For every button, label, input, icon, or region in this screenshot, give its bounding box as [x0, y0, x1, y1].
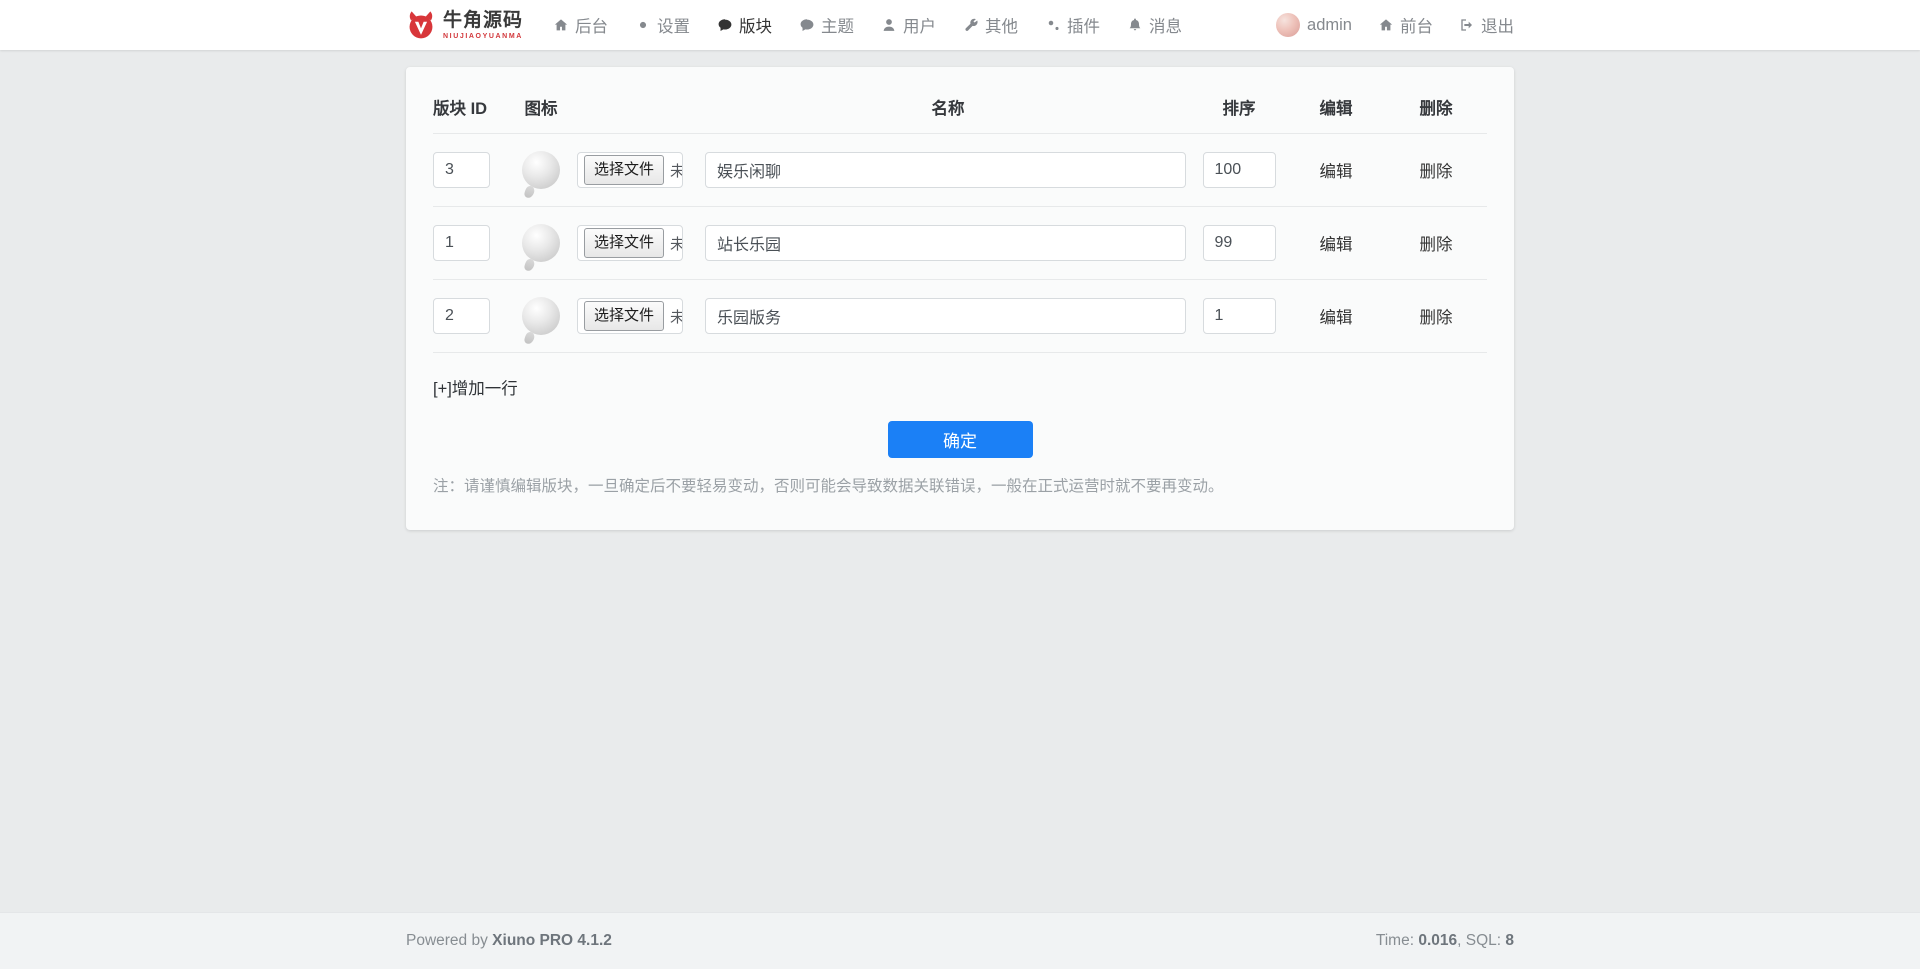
nav-item-label: 插件 [1067, 13, 1100, 37]
caution-note: 注：请谨慎编辑版块，一旦确定后不要轻易变动，否则可能会导致数据关联错误，一般在正… [433, 474, 1487, 496]
table-row: 选择文件 未选择任何文件 编辑 删除 [433, 207, 1487, 280]
delete-link[interactable]: 删除 [1420, 236, 1453, 254]
user-avatar [1276, 13, 1300, 37]
nav-item-label: 用户 [903, 13, 936, 37]
choose-file-button[interactable]: 选择文件 [584, 155, 664, 184]
cogs-icon [1045, 17, 1061, 33]
wrench-icon [963, 17, 979, 33]
sql-value: 8 [1505, 932, 1514, 949]
board-edit-card: 版块 ID 图标 名称 排序 编辑 删除 选择文件 未选择任何文件 [406, 67, 1514, 530]
col-header-sort: 排序 [1191, 83, 1287, 134]
col-header-delete: 删除 [1385, 83, 1487, 134]
board-name-input[interactable] [705, 298, 1186, 334]
board-id-input[interactable] [433, 225, 490, 261]
nav-item-label: 退出 [1481, 13, 1514, 37]
choose-file-button[interactable]: 选择文件 [584, 228, 664, 257]
board-id-input[interactable] [433, 152, 490, 188]
file-status-text: 未选择任何文件 [670, 233, 683, 254]
add-row-link[interactable]: [+]增加一行 [433, 375, 518, 399]
site-logo[interactable]: 牛角源码 NIUJIAOYUANMA [406, 10, 523, 40]
nav-item-label: 其他 [985, 13, 1018, 37]
nav-item-label: 主题 [821, 13, 854, 37]
nav-item-users[interactable]: 用户 [881, 13, 936, 37]
board-table: 版块 ID 图标 名称 排序 编辑 删除 选择文件 未选择任何文件 [433, 83, 1487, 353]
board-sort-input[interactable] [1203, 225, 1276, 261]
nav-item-logout[interactable]: 退出 [1459, 13, 1514, 37]
home-icon [1378, 17, 1394, 33]
speech-bubble-icon [522, 224, 560, 262]
home-icon [553, 17, 569, 33]
edit-link[interactable]: 编辑 [1320, 236, 1353, 254]
table-row: 选择文件 未选择任何文件 编辑 删除 [433, 280, 1487, 353]
page-footer: Powered by Xiuno PRO 4.1.2 Time: 0.016, … [0, 912, 1920, 969]
nav-item-label: 消息 [1149, 13, 1182, 37]
col-header-edit: 编辑 [1287, 83, 1385, 134]
user-icon [881, 17, 897, 33]
table-header-row: 版块 ID 图标 名称 排序 编辑 删除 [433, 83, 1487, 134]
bell-icon [1127, 17, 1143, 33]
gear-icon [635, 17, 651, 33]
file-status-text: 未选择任何文件 [670, 160, 683, 181]
time-value: 0.016 [1418, 932, 1457, 949]
comment-icon [799, 17, 815, 33]
nav-item-messages[interactable]: 消息 [1127, 13, 1182, 37]
icon-file-input[interactable]: 选择文件 未选择任何文件 [577, 298, 683, 334]
nav-item-label: 设置 [657, 13, 690, 37]
board-name-input[interactable] [705, 152, 1186, 188]
confirm-button[interactable]: 确定 [888, 421, 1033, 458]
perf-stats: Time: 0.016, SQL: 8 [1376, 932, 1514, 950]
board-id-input[interactable] [433, 298, 490, 334]
logo-title: 牛角源码 [443, 11, 523, 30]
username: admin [1307, 16, 1352, 35]
board-name-input[interactable] [705, 225, 1186, 261]
nav-item-label: 版块 [739, 13, 772, 37]
edit-link[interactable]: 编辑 [1320, 163, 1353, 181]
speech-bubble-icon [522, 151, 560, 189]
comment-icon [717, 17, 733, 33]
nav-item-label: 前台 [1400, 13, 1433, 37]
delete-link[interactable]: 删除 [1420, 163, 1453, 181]
board-sort-input[interactable] [1203, 152, 1276, 188]
nav-item-admin[interactable]: 后台 [553, 13, 608, 37]
powered-prefix: Powered by [406, 932, 492, 949]
icon-file-input[interactable]: 选择文件 未选择任何文件 [577, 225, 683, 261]
col-header-icon: 图标 [507, 83, 575, 134]
nav-item-settings[interactable]: 设置 [635, 13, 690, 37]
nav-item-frontend[interactable]: 前台 [1378, 13, 1433, 37]
nav-item-other[interactable]: 其他 [963, 13, 1018, 37]
speech-bubble-icon [522, 297, 560, 335]
nav-item-label: 后台 [575, 13, 608, 37]
table-row: 选择文件 未选择任何文件 编辑 删除 [433, 134, 1487, 207]
sql-label: , SQL: [1457, 932, 1505, 949]
nav-item-themes[interactable]: 主题 [799, 13, 854, 37]
col-header-file [575, 83, 705, 134]
logo-subtitle: NIUJIAOYUANMA [443, 33, 523, 40]
delete-link[interactable]: 删除 [1420, 309, 1453, 327]
time-label: Time: [1376, 932, 1418, 949]
icon-file-input[interactable]: 选择文件 未选择任何文件 [577, 152, 683, 188]
top-navbar: 牛角源码 NIUJIAOYUANMA 后台 设置 版块 [0, 0, 1920, 50]
file-status-text: 未选择任何文件 [670, 306, 683, 327]
col-header-board-id: 版块 ID [433, 83, 507, 134]
choose-file-button[interactable]: 选择文件 [584, 301, 664, 330]
user-menu[interactable]: admin [1276, 13, 1352, 37]
product-version: Xiuno PRO 4.1.2 [492, 932, 612, 949]
sign-out-icon [1459, 17, 1475, 33]
bull-logo-icon [406, 10, 436, 40]
board-sort-input[interactable] [1203, 298, 1276, 334]
edit-link[interactable]: 编辑 [1320, 309, 1353, 327]
main-nav: 后台 设置 版块 主题 用户 [553, 13, 1182, 37]
col-header-name: 名称 [705, 83, 1191, 134]
powered-by: Powered by Xiuno PRO 4.1.2 [406, 932, 612, 950]
nav-item-plugins[interactable]: 插件 [1045, 13, 1100, 37]
nav-right: admin 前台 退出 [1276, 13, 1514, 37]
nav-item-boards[interactable]: 版块 [717, 13, 772, 37]
